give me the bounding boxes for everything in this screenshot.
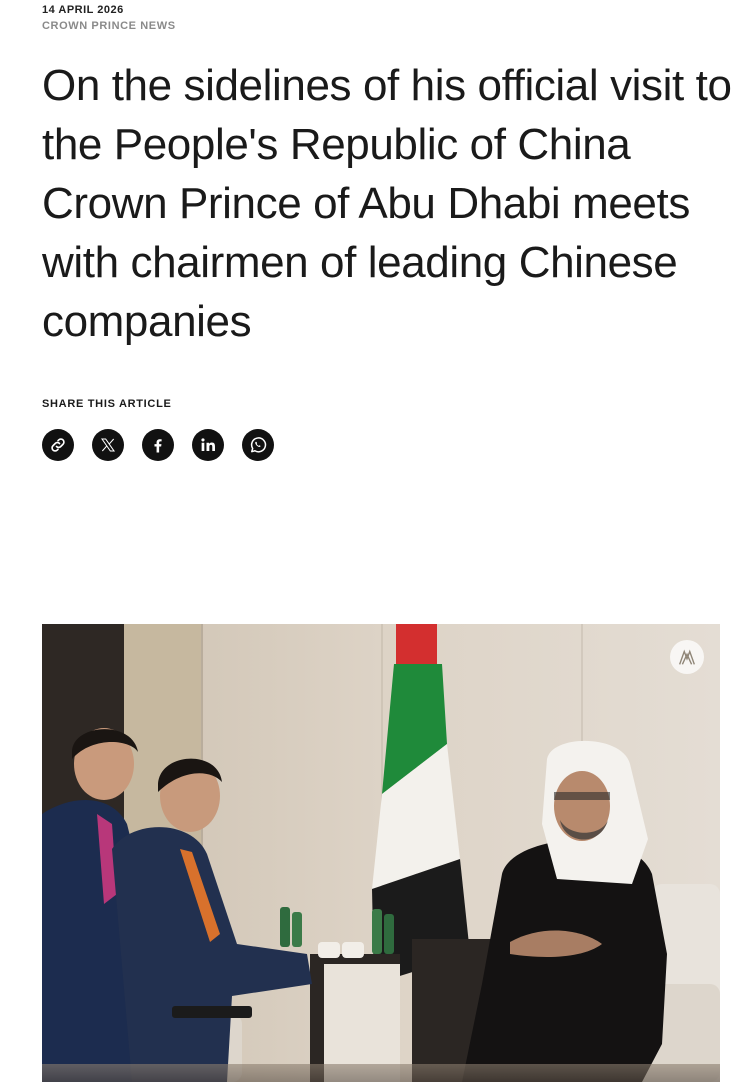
share-linkedin-button[interactable]	[192, 429, 224, 461]
share-facebook-button[interactable]	[142, 429, 174, 461]
article-photo	[42, 624, 720, 1082]
article-date: 14 APRIL 2026	[42, 4, 124, 16]
whatsapp-icon	[250, 437, 267, 453]
emblem-icon	[670, 640, 704, 674]
article-category[interactable]: CROWN PRINCE NEWS	[42, 20, 176, 32]
share-buttons	[42, 429, 274, 461]
facebook-icon	[154, 439, 162, 453]
meeting-photo	[42, 624, 720, 1082]
link-icon	[51, 438, 65, 452]
share-link-button[interactable]	[42, 429, 74, 461]
article-headline: On the sidelines of his official visit t…	[42, 61, 732, 346]
share-x-button[interactable]	[92, 429, 124, 461]
share-whatsapp-button[interactable]	[242, 429, 274, 461]
share-label: SHARE THIS ARTICLE	[42, 398, 172, 410]
linkedin-icon	[201, 438, 215, 451]
x-icon	[100, 438, 116, 452]
